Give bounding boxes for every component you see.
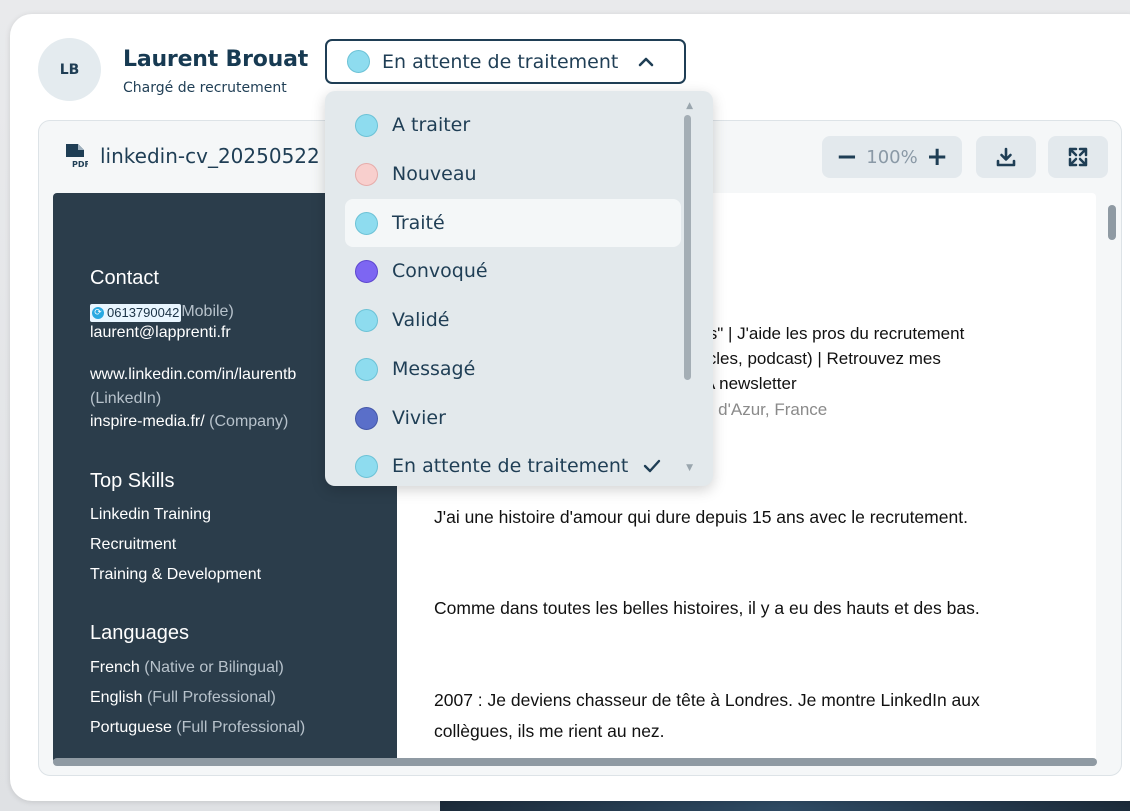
status-option-traite[interactable]: Traité: [345, 199, 681, 247]
status-dropdown-menu: ▲ ▼ A traiter Nouveau Traité Convoqué Va…: [325, 91, 713, 486]
vertical-scroll-thumb[interactable]: [1108, 205, 1116, 240]
company-line: inspire-media.fr/ (Company): [90, 413, 289, 430]
phone-sync-icon: ⟳: [92, 306, 104, 319]
candidate-name: Laurent Brouat: [123, 47, 309, 72]
cv-location: e d'Azur, France: [704, 400, 828, 419]
status-dropdown-button[interactable]: En attente de traitement: [325, 39, 686, 84]
cv-summary-paragraph-1: J'ai une histoire d'amour qui dure depui…: [434, 507, 968, 527]
languages-heading: Languages: [90, 622, 189, 644]
download-button[interactable]: [976, 136, 1036, 178]
status-color-dot: [347, 50, 370, 73]
contact-heading: Contact: [90, 267, 159, 289]
skills-heading: Top Skills: [90, 470, 175, 492]
status-option-vivier[interactable]: Vivier: [345, 394, 681, 442]
skill-item: Training & Development: [90, 566, 262, 583]
status-option-valide[interactable]: Validé: [345, 296, 681, 344]
zoom-out-button[interactable]: −: [836, 144, 858, 170]
cv-summary-paragraph-2: Comme dans toutes les belles histoires, …: [434, 598, 980, 618]
status-dot: [355, 259, 378, 283]
status-dot: [355, 454, 378, 478]
status-label: En attente de traitement: [382, 50, 619, 73]
cv-headline-2: icles, podcast) | Retrouvez mes: [704, 349, 941, 368]
status-dot: [355, 113, 378, 137]
status-option-message[interactable]: Messagé: [345, 345, 681, 393]
horizontal-scroll-thumb[interactable]: [53, 758, 1097, 766]
dropdown-scrollbar[interactable]: [684, 115, 691, 380]
status-dot: [355, 211, 378, 235]
candidate-role: Chargé de recrutement: [123, 80, 287, 96]
scroll-up-arrow-icon[interactable]: ▲: [686, 101, 693, 111]
file-bar: PDF linkedin-cv_20250522: [64, 143, 320, 169]
status-option-a-traiter[interactable]: A traiter: [345, 101, 681, 149]
svg-text:PDF: PDF: [72, 160, 88, 169]
status-dot: [355, 357, 378, 381]
linkedin-tag: (LinkedIn): [90, 390, 162, 407]
scroll-down-arrow-icon[interactable]: ▼: [686, 463, 693, 473]
language-item: French (Native or Bilingual): [90, 659, 284, 676]
language-item: English (Full Professional): [90, 689, 276, 706]
pdf-file-icon: PDF: [66, 144, 88, 169]
cv-headline-1: fs" | J'aide les pros du recrutement: [704, 324, 965, 343]
file-name: linkedin-cv_20250522: [100, 144, 320, 168]
status-option-en-attente[interactable]: En attente de traitement: [345, 442, 681, 486]
phone-number[interactable]: ⟳ 0613790042: [90, 303, 182, 322]
cv-summary-paragraph-3: 2007 : Je deviens chasseur de tête à Lon…: [434, 690, 980, 741]
background-strip: [440, 801, 1130, 811]
linkedin-url: www.linkedin.com/in/laurentb: [90, 366, 297, 383]
status-option-convoque[interactable]: Convoqué: [345, 247, 681, 295]
zoom-level: 100%: [866, 146, 918, 168]
horizontal-scrollbar[interactable]: [53, 758, 1097, 767]
status-option-nouveau[interactable]: Nouveau: [345, 150, 681, 198]
chevron-up-icon: [639, 57, 654, 66]
cv-headline-3: A newsletter: [704, 374, 797, 393]
phone-line: ⟳ 0613790042 Mobile): [90, 303, 234, 322]
skill-item: Recruitment: [90, 536, 177, 553]
vertical-scrollbar[interactable]: [1108, 193, 1117, 763]
zoom-control: − 100% +: [822, 136, 962, 178]
skill-item: Linkedin Training: [90, 506, 211, 523]
status-dot: [355, 406, 378, 430]
fullscreen-button[interactable]: [1048, 136, 1108, 178]
email: laurent@lapprenti.fr: [90, 324, 231, 341]
checkmark-icon: [644, 459, 661, 473]
zoom-in-button[interactable]: +: [926, 144, 948, 170]
expand-icon: [1068, 147, 1088, 167]
status-dot: [355, 162, 378, 186]
download-icon: [996, 147, 1016, 167]
avatar: LB: [38, 38, 101, 101]
language-item: Portuguese (Full Professional): [90, 719, 306, 736]
status-dot: [355, 308, 378, 332]
